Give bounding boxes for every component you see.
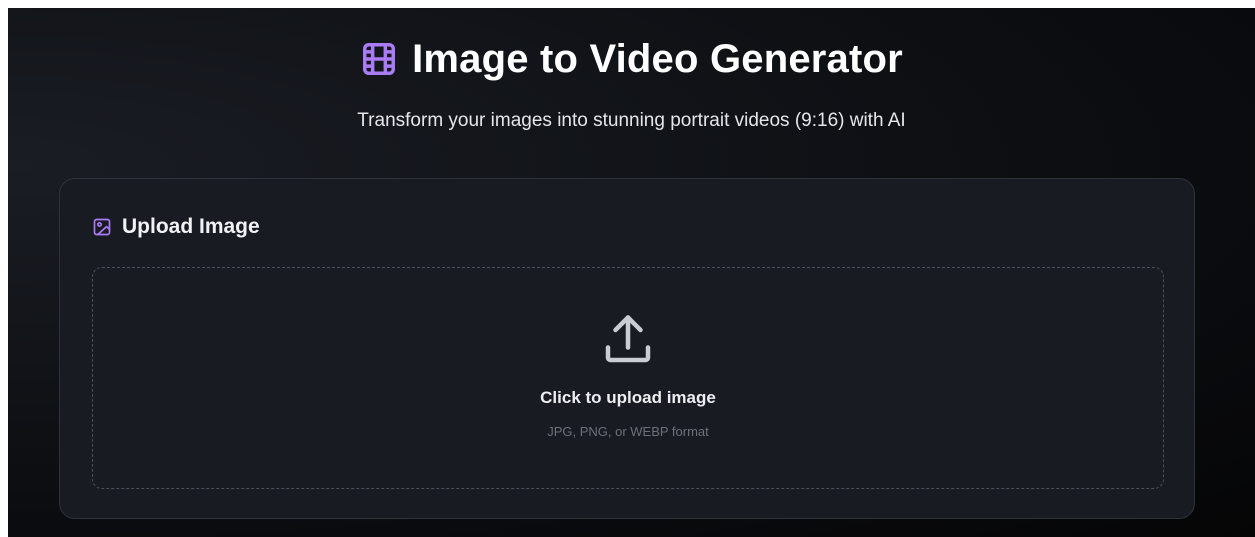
app-viewport: Image to Video Generator Transform your … [8,8,1255,537]
upload-label: Click to upload image [540,388,716,407]
upload-card: Upload Image Click to upload image JPG, … [59,178,1195,519]
upload-card-title: Upload Image [122,215,260,238]
upload-format-hint: JPG, PNG, or WEBP format [547,424,709,439]
page-title: Image to Video Generator [412,36,903,81]
upload-dropzone[interactable]: Click to upload image JPG, PNG, or WEBP … [92,267,1164,489]
page-subtitle: Transform your images into stunning port… [357,110,906,131]
image-icon [92,217,112,237]
page-header: Image to Video Generator Transform your … [8,34,1255,132]
title-row: Image to Video Generator [8,34,1255,84]
film-icon [360,40,398,78]
upload-icon [598,310,658,370]
upload-card-header: Upload Image [92,215,260,239]
